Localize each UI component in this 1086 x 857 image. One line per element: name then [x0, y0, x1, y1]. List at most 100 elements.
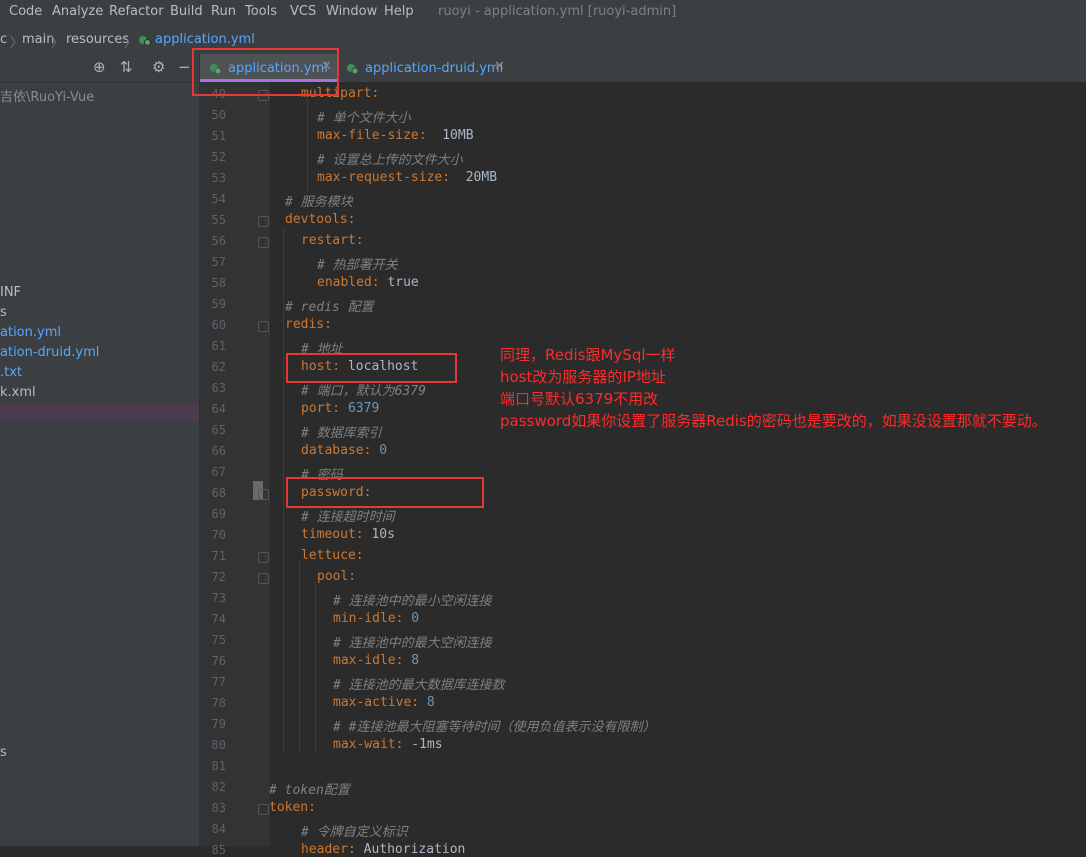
breadcrumb-item[interactable]: resources	[66, 32, 129, 47]
code-line[interactable]: # 设置总上传的文件大小	[317, 149, 463, 168]
yaml-key: restart:	[301, 233, 364, 248]
yaml-number: 0	[371, 443, 388, 458]
code-line[interactable]: timeout: 10s	[301, 527, 395, 542]
line-number: 56	[211, 234, 226, 248]
line-number: 57	[211, 255, 226, 269]
code-line[interactable]: max-request-size: 20MB	[317, 170, 497, 185]
code-line[interactable]: restart:	[301, 233, 364, 248]
line-number: 73	[211, 591, 226, 605]
line-number: 54	[211, 192, 226, 206]
indent-guide	[299, 560, 300, 754]
menu-refactor[interactable]: Refactor	[109, 4, 164, 19]
code-line[interactable]: database: 0	[301, 443, 387, 458]
line-number: 69	[211, 507, 226, 521]
tree-item[interactable]: k.xml	[0, 385, 36, 400]
code-line[interactable]: devtools:	[285, 212, 355, 227]
line-number: 61	[211, 339, 226, 353]
tree-item[interactable]: INF	[0, 285, 21, 300]
line-number: 53	[211, 171, 226, 185]
code-line[interactable]: enabled: true	[317, 275, 419, 290]
yaml-number: 8	[419, 695, 435, 710]
indent-guide	[283, 228, 284, 753]
yaml-key: token:	[269, 800, 316, 815]
gear-icon[interactable]: ⚙	[152, 58, 165, 76]
yaml-key: max-wait:	[333, 737, 404, 752]
code-line[interactable]: # 连接池中的最大空闲连接	[333, 632, 492, 651]
tab-application-druid-yml[interactable]: application-druid.yml ✕	[340, 54, 510, 82]
yaml-file-icon	[139, 36, 151, 46]
menu-code[interactable]: Code	[9, 4, 42, 19]
code-line[interactable]: # 热部署开关	[317, 254, 398, 273]
code-line[interactable]: pool:	[317, 569, 356, 584]
fold-marker-icon[interactable]	[258, 804, 269, 815]
line-number: 52	[211, 150, 226, 164]
code-line[interactable]: max-active: 8	[333, 695, 435, 710]
highlight-box-password	[286, 477, 484, 508]
breadcrumb-item[interactable]: main	[22, 32, 54, 47]
code-comment: # 热部署开关	[317, 258, 398, 273]
code-line[interactable]: token:	[269, 800, 316, 815]
breadcrumb-item[interactable]: c	[0, 32, 7, 47]
menu-build[interactable]: Build	[170, 4, 203, 19]
code-line[interactable]: max-idle: 8	[333, 653, 419, 668]
minimize-icon[interactable]: −	[178, 58, 191, 76]
fold-marker-icon[interactable]	[258, 216, 269, 227]
tree-item[interactable]: s	[0, 745, 7, 760]
code-line[interactable]: # #连接池最大阻塞等待时间（使用负值表示没有限制）	[333, 716, 655, 735]
yaml-number: 0	[403, 611, 420, 626]
close-icon[interactable]: ✕	[494, 59, 505, 74]
highlight-box-active-tab	[192, 48, 339, 96]
code-line[interactable]: # token配置	[269, 779, 350, 798]
yaml-value: 10MB	[426, 128, 474, 143]
code-line[interactable]: # 令牌自定义标识	[301, 821, 408, 840]
code-line[interactable]: lettuce:	[301, 548, 364, 563]
code-line[interactable]: max-wait: -1ms	[333, 737, 443, 752]
code-line[interactable]: port: 6379	[301, 401, 379, 416]
menu-tools[interactable]: Tools	[245, 4, 277, 19]
line-number: 84	[211, 822, 226, 836]
breadcrumb-item[interactable]: application.yml	[155, 32, 255, 47]
line-number: 85	[211, 843, 226, 857]
fold-marker-icon[interactable]	[258, 552, 269, 563]
line-number: 80	[211, 738, 226, 752]
line-number: 66	[211, 444, 226, 458]
code-comment: # 端口，默认为6379	[301, 384, 426, 399]
collapse-all-icon[interactable]: ⇅	[120, 58, 133, 76]
code-line[interactable]: # 数据库索引	[301, 422, 382, 441]
code-line[interactable]: # 连接超时时间	[301, 506, 395, 525]
fold-marker-icon[interactable]	[258, 237, 269, 248]
fold-marker-icon[interactable]	[258, 321, 269, 332]
annotation-line: 端口号默认6379不用改	[500, 390, 659, 408]
menu-help[interactable]: Help	[384, 4, 414, 19]
code-line[interactable]: # 连接池中的最小空闲连接	[333, 590, 492, 609]
yaml-value: -1ms	[403, 737, 443, 752]
tree-item[interactable]: s	[0, 305, 7, 320]
code-line[interactable]: header: Authorization	[301, 842, 465, 857]
menu-run[interactable]: Run	[211, 4, 236, 19]
locate-icon[interactable]: ⊕	[93, 58, 106, 76]
line-number: 65	[211, 423, 226, 437]
code-comment: # 令牌自定义标识	[301, 825, 408, 840]
code-line[interactable]: redis:	[285, 317, 332, 332]
menu-vcs[interactable]: VCS	[290, 4, 316, 19]
code-line[interactable]: # 服务模块	[285, 191, 353, 210]
yaml-key: port:	[301, 401, 341, 416]
yaml-key: max-active:	[333, 695, 420, 710]
yaml-key: header:	[301, 842, 356, 857]
code-comment: # token配置	[269, 783, 350, 798]
code-line[interactable]: min-idle: 0	[333, 611, 419, 626]
tree-item[interactable]: .txt	[0, 365, 22, 380]
fold-marker-icon[interactable]	[258, 489, 269, 500]
menu-window[interactable]: Window	[326, 4, 377, 19]
code-line[interactable]: # redis 配置	[285, 296, 374, 315]
fold-marker-icon[interactable]	[258, 573, 269, 584]
yaml-key: min-idle:	[333, 611, 404, 626]
tree-item[interactable]: ation-druid.yml	[0, 345, 99, 360]
tree-item[interactable]: ation.yml	[0, 325, 61, 340]
tree-item[interactable]: 吉依\RuoYi-Vue	[0, 86, 94, 105]
code-line[interactable]: # 单个文件大小	[317, 107, 411, 126]
yaml-key: redis:	[285, 317, 332, 332]
menu-analyze[interactable]: Analyze	[52, 4, 103, 19]
code-line[interactable]: # 连接池的最大数据库连接数	[333, 674, 505, 693]
code-line[interactable]: max-file-size: 10MB	[317, 128, 474, 143]
